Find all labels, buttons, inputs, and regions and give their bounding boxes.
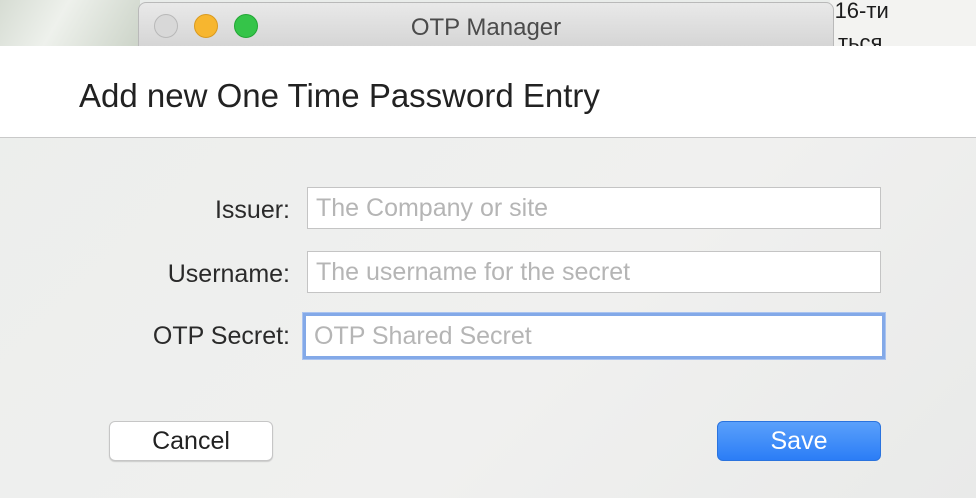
window-title: OTP Manager <box>410 14 562 41</box>
sheet-title: Add new One Time Password Entry <box>79 77 600 114</box>
otp-secret-label: OTP Secret: <box>152 322 290 350</box>
issuer-label: Issuer: <box>214 196 290 224</box>
sheet-header: Add new One Time Password Entry <box>0 46 976 138</box>
save-button[interactable]: Save <box>717 421 881 461</box>
otp-secret-input[interactable] <box>303 313 885 359</box>
username-input[interactable] <box>307 251 881 293</box>
username-label: Username: <box>167 260 290 288</box>
cancel-button[interactable]: Cancel <box>109 421 273 461</box>
window-titlebar[interactable]: OTP Manager <box>138 2 834 52</box>
add-entry-sheet: Add new One Time Password Entry Issuer: … <box>0 46 976 498</box>
issuer-input[interactable] <box>307 187 881 229</box>
